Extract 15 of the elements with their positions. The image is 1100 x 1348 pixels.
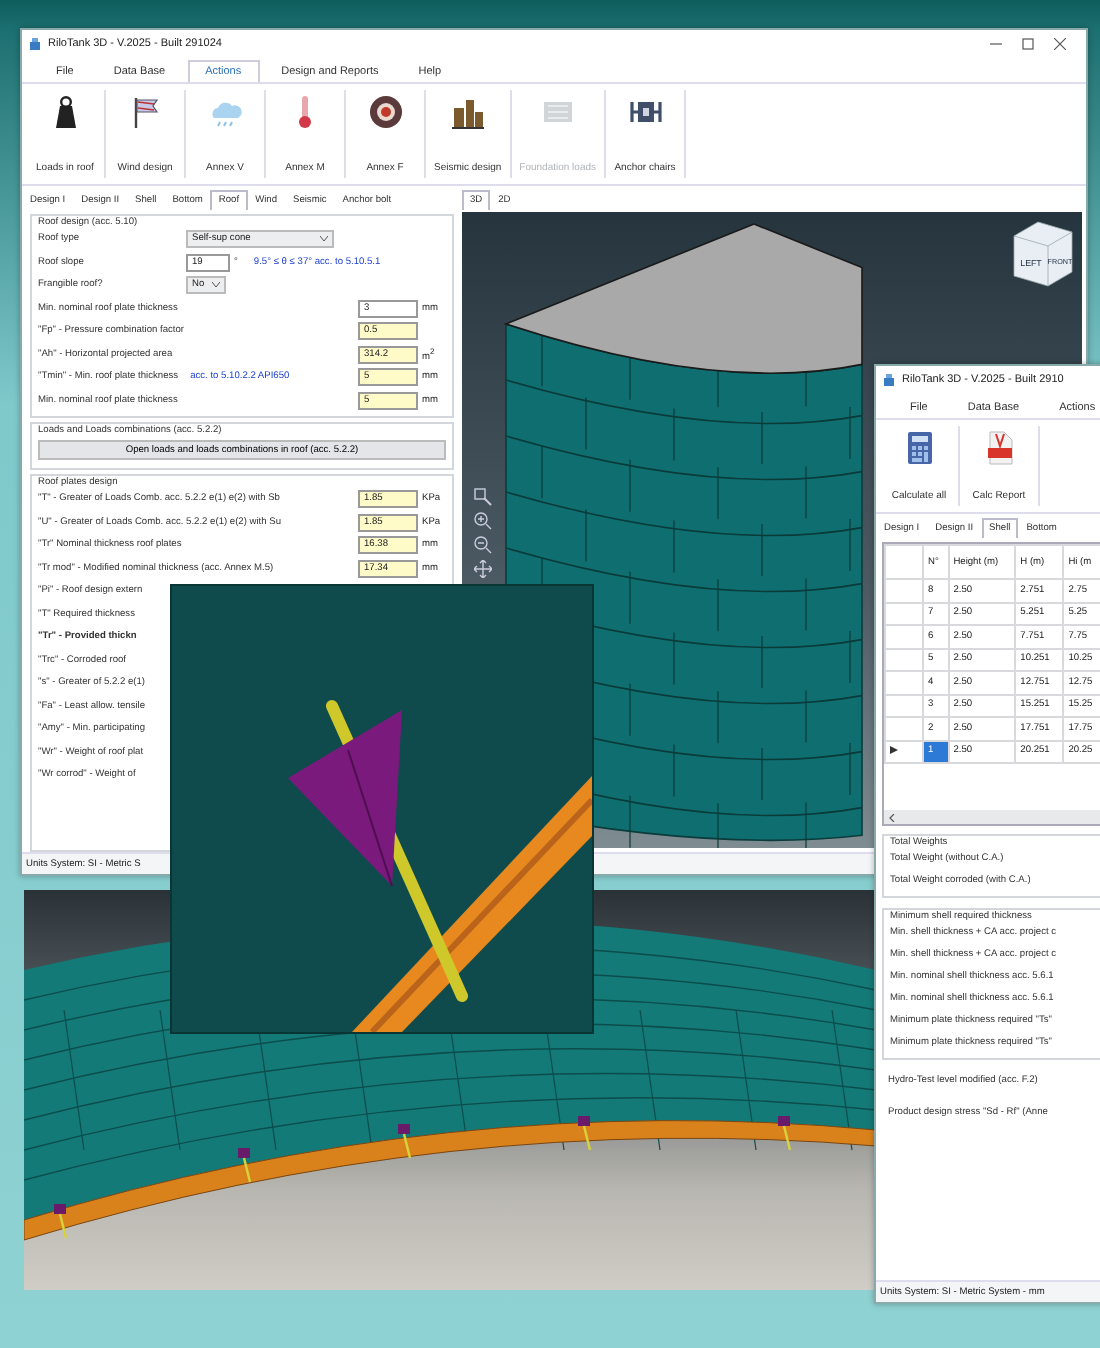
zoom-in-icon[interactable]: [474, 512, 492, 530]
dropdown-caret-icon: [320, 236, 328, 243]
thermometer-icon: [298, 94, 312, 130]
app-icon: [30, 38, 42, 50]
maximize-icon[interactable]: [1022, 38, 1034, 50]
minimize-icon[interactable]: [990, 38, 1002, 50]
close-icon[interactable]: [1054, 38, 1066, 50]
buildings-icon: [449, 94, 486, 130]
app-icon: [884, 374, 896, 386]
dropdown-caret-icon: [212, 282, 220, 289]
scroll-left-icon[interactable]: [888, 813, 896, 821]
zoom-window-icon[interactable]: [474, 488, 492, 506]
zoom-out-icon[interactable]: [474, 536, 492, 554]
pan-icon[interactable]: [474, 560, 492, 578]
row-pointer-icon: [890, 745, 898, 754]
